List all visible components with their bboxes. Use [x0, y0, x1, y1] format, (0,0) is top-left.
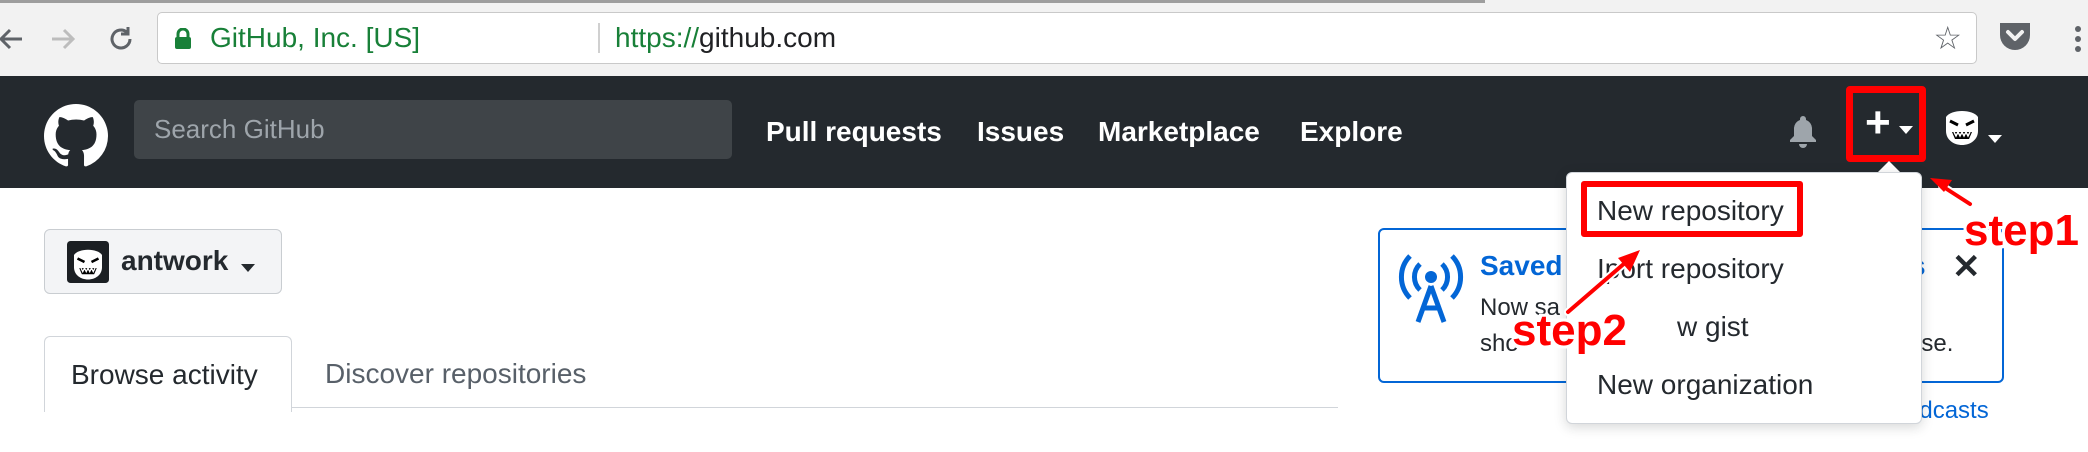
chevron-down-icon [241, 259, 255, 277]
nav-marketplace[interactable]: Marketplace [1098, 116, 1260, 148]
menu-item-new-gist[interactable]: w gist [1677, 311, 1749, 343]
broadcast-title[interactable]: Saved [1480, 250, 1563, 282]
chevron-down-icon [1899, 121, 1913, 139]
tab-label: Browse activity [71, 359, 258, 390]
menu-item-new-repository[interactable]: New repository [1597, 195, 1784, 227]
tab-discover-repositories[interactable]: Discover repositories [325, 358, 586, 390]
menu-item-import-repository[interactable]: Iport repository [1597, 253, 1784, 285]
url-host: github.com [699, 22, 837, 53]
github-logo-icon[interactable] [44, 104, 108, 173]
menu-item-label-rest: port repository [1604, 253, 1784, 284]
forward-icon[interactable] [38, 14, 88, 64]
site-identity: GitHub, Inc. [US] [210, 22, 421, 53]
address-bar[interactable]: GitHub, Inc. [US] https://github.com ☆ [157, 12, 1977, 64]
tab-browse-activity[interactable]: Browse activity [44, 336, 292, 412]
nav-issues[interactable]: Issues [977, 116, 1064, 148]
url-text[interactable]: https://github.com [615, 22, 836, 54]
step2-annotation: step2 [1512, 306, 1627, 355]
nav-explore[interactable]: Explore [1300, 116, 1403, 148]
broadcast-icon [1396, 248, 1466, 331]
dropdown-caret [1878, 161, 1900, 172]
lock-icon [174, 27, 192, 55]
url-scheme: https:// [615, 22, 700, 53]
menu-item-new-organization[interactable]: New organization [1597, 369, 1813, 401]
context-switcher-button[interactable]: antwork [44, 229, 282, 294]
menu-item-label-start: I [1597, 253, 1605, 284]
username-label: antwork [121, 245, 229, 276]
pocket-icon[interactable] [1998, 20, 2032, 57]
notification-bell-icon[interactable] [1788, 114, 1818, 153]
tab-divider [292, 407, 1338, 408]
tab-strip-edge [0, 0, 1485, 3]
browser-menu-icon[interactable] [2066, 14, 2088, 64]
create-dropdown-menu: New repository Iport repository w gist N… [1566, 172, 1922, 424]
avatar[interactable] [1938, 101, 1986, 154]
create-new-button[interactable]: + [1846, 86, 1926, 162]
reload-icon[interactable] [96, 14, 146, 64]
bookmark-star-icon[interactable]: ☆ [1933, 20, 1962, 56]
search-input[interactable] [134, 100, 732, 159]
plus-icon: + [1865, 98, 1891, 147]
back-icon[interactable] [0, 14, 36, 64]
step1-annotation: step1 [1964, 206, 2079, 255]
url-divider [598, 23, 600, 53]
user-avatar [67, 241, 109, 288]
browser-toolbar: GitHub, Inc. [US] https://github.com ☆ [0, 0, 2088, 77]
chevron-down-icon[interactable] [1988, 130, 2002, 148]
nav-pull-requests[interactable]: Pull requests [766, 116, 942, 148]
